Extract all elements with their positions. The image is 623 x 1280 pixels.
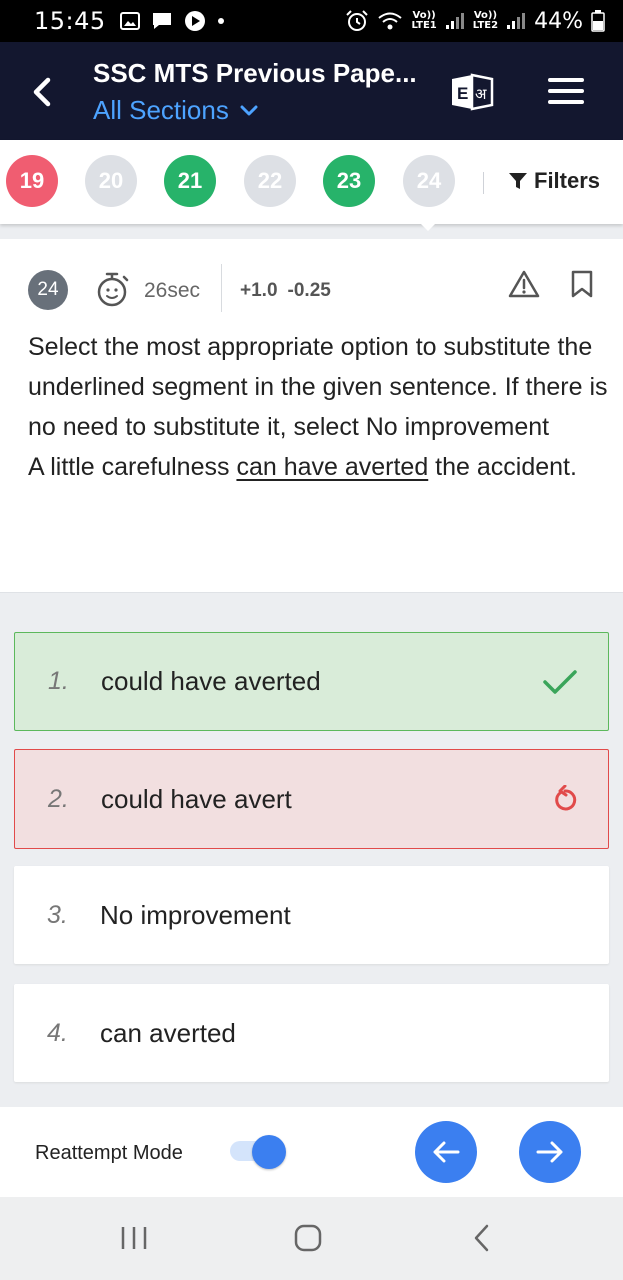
- hamburger-icon: [548, 78, 584, 82]
- option-number: 1.: [48, 667, 69, 695]
- underlined-segment: can have averted: [236, 453, 429, 481]
- next-question-button[interactable]: [519, 1121, 581, 1183]
- question-bubble-19[interactable]: 19: [6, 155, 58, 207]
- gallery-icon: [119, 12, 140, 30]
- network-lte1: Vo)) LTE1: [411, 10, 437, 31]
- option-text: could have averted: [101, 666, 321, 696]
- filters-label: Filters: [534, 168, 601, 193]
- battery-icon: [591, 10, 605, 32]
- message-icon: [152, 13, 171, 29]
- chevron-down-icon: [240, 105, 258, 115]
- menu-button[interactable]: [548, 78, 584, 104]
- question-instruction: Select the most appropriate option to su…: [28, 333, 608, 441]
- dot-icon: [217, 18, 224, 24]
- reattempt-mode-label: Reattempt Mode: [35, 1142, 183, 1164]
- back-button[interactable]: [24, 72, 60, 112]
- stopwatch-icon: [97, 272, 129, 307]
- section-dropdown-label: All Sections: [93, 95, 229, 125]
- network-lte2: Vo)) LTE2: [472, 10, 499, 31]
- arrow-left-icon: [433, 1141, 460, 1163]
- page-title: SSC MTS Previous Pape...: [93, 58, 417, 88]
- option-4[interactable]: 4. can averted: [14, 984, 609, 1082]
- filter-icon: [509, 173, 527, 189]
- divider: [221, 264, 222, 312]
- question-sentence-end: the accident.: [428, 453, 577, 481]
- option-3[interactable]: 3. No improvement: [14, 866, 609, 964]
- previous-question-button[interactable]: [415, 1121, 477, 1183]
- back-arrow-icon: [33, 77, 51, 107]
- filters-button[interactable]: Filters: [508, 168, 600, 194]
- svg-text:अ: अ: [475, 85, 487, 103]
- home-icon[interactable]: [293, 1223, 323, 1253]
- bottom-control-bar: Reattempt Mode: [0, 1107, 623, 1197]
- positive-marks: +1.0: [240, 280, 278, 301]
- language-toggle-button[interactable]: E अ: [450, 73, 494, 111]
- wifi-icon: [378, 12, 403, 30]
- time-taken: 26sec: [144, 279, 201, 302]
- option-1[interactable]: 1. could have averted: [14, 632, 609, 731]
- alarm-icon: [346, 10, 369, 31]
- app-bar: SSC MTS Previous Pape... All Sections E …: [0, 42, 623, 140]
- warning-icon[interactable]: [508, 269, 540, 299]
- option-text: could have avert: [101, 783, 292, 814]
- status-time: 15:45: [34, 7, 106, 35]
- checkmark-icon: [543, 669, 577, 694]
- recent-apps-icon[interactable]: [120, 1223, 148, 1253]
- question-sentence-start: A little carefulness: [28, 453, 237, 481]
- retry-icon: [555, 785, 577, 811]
- signal-icon: [507, 13, 526, 29]
- option-2[interactable]: 2. could have avert: [14, 749, 609, 849]
- question-navigator: 19 20 21 22 23 24 Filters: [0, 140, 623, 231]
- play-icon: [184, 11, 205, 31]
- signal-icon: [445, 13, 464, 29]
- question-bubble-22[interactable]: 22: [244, 155, 296, 207]
- system-navigation-bar: [0, 1197, 623, 1280]
- question-bubble-21[interactable]: 21: [164, 155, 216, 207]
- question-number-badge: 24: [28, 270, 68, 310]
- arrow-right-icon: [536, 1141, 563, 1163]
- question-text: Select the most appropriate option to su…: [28, 327, 608, 487]
- reattempt-mode-toggle[interactable]: [230, 1135, 288, 1169]
- language-icon: E अ: [452, 73, 494, 111]
- option-text: No improvement: [100, 899, 291, 930]
- question-card: 24 26sec +1.0 -0.25 Select the most appro…: [0, 239, 623, 593]
- bookmark-icon[interactable]: [571, 270, 593, 298]
- divider: [483, 172, 484, 194]
- marking-scheme: +1.0 -0.25: [240, 280, 331, 302]
- current-question-pointer: [419, 222, 437, 231]
- option-text: can averted: [100, 1017, 236, 1048]
- negative-marks: -0.25: [287, 280, 331, 301]
- option-number: 2.: [48, 784, 69, 813]
- svg-text:E: E: [457, 84, 468, 103]
- question-bubble-24[interactable]: 24: [403, 155, 455, 207]
- question-bubble-23[interactable]: 23: [323, 155, 375, 207]
- system-back-icon[interactable]: [470, 1223, 494, 1253]
- status-bar: 15:45 Vo)) LTE1 Vo)) LTE2 44%: [0, 0, 623, 42]
- battery-percent: 44%: [534, 8, 583, 34]
- option-number: 4.: [47, 1018, 68, 1047]
- section-dropdown[interactable]: All Sections: [93, 95, 259, 126]
- option-number: 3.: [47, 900, 68, 929]
- question-bubble-20[interactable]: 20: [85, 155, 137, 207]
